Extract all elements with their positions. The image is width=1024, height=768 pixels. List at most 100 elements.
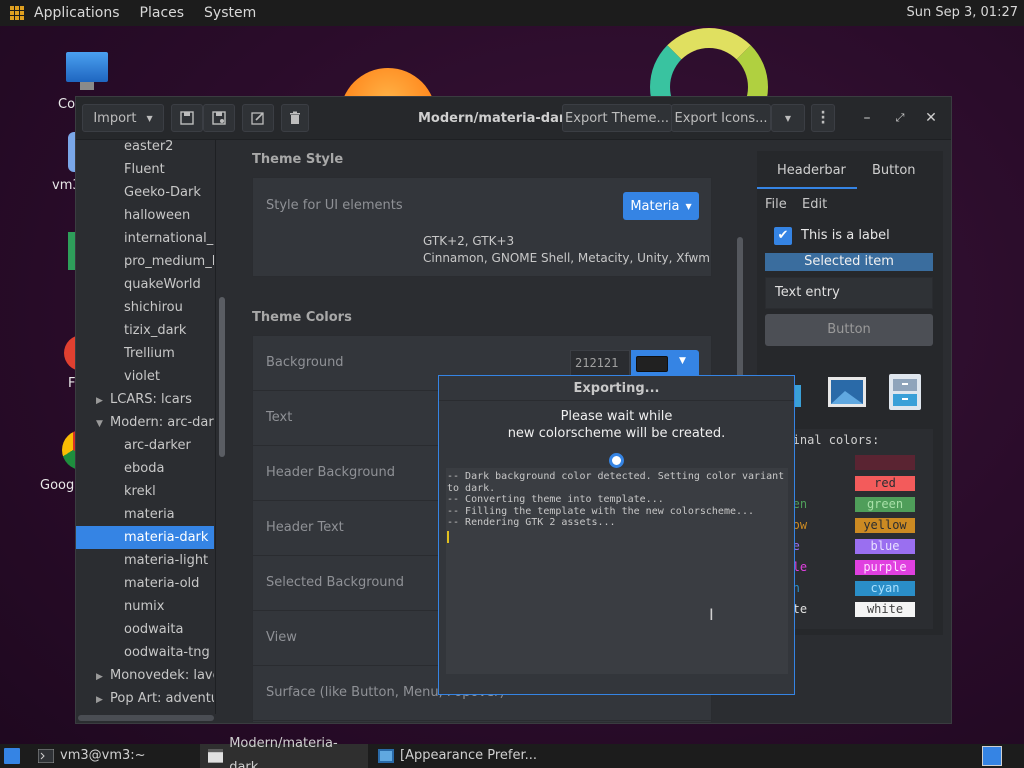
export-theme-button[interactable]: Export Theme...: [562, 104, 672, 132]
theme-item[interactable]: materia-old: [76, 572, 214, 595]
task-terminal[interactable]: vm3@vm3:~: [30, 744, 154, 768]
workspace-switcher-icon[interactable]: [982, 746, 1002, 766]
maximize-icon[interactable]: ⤢: [891, 109, 909, 127]
computer-icon[interactable]: [66, 52, 108, 82]
theme-item[interactable]: violet: [76, 365, 214, 388]
expander-open-icon[interactable]: ▼: [96, 413, 106, 434]
theme-item[interactable]: eboda: [76, 457, 214, 480]
background-hex-input[interactable]: 212121: [570, 350, 630, 376]
task-label: [Appearance Prefer...: [400, 748, 538, 763]
preview-menu-file[interactable]: File: [765, 197, 787, 212]
theme-list[interactable]: easter2 Fluent Geeko-Dark halloween internat…: [76, 140, 216, 714]
theme-item[interactable]: international_a: [76, 227, 214, 250]
theme-item-label: materia-dark: [124, 530, 209, 545]
theme-item-label: violet: [124, 369, 160, 384]
theme-item-label: materia-old: [124, 576, 200, 591]
close-icon[interactable]: ✕: [922, 109, 940, 127]
chevron-down-icon: ▼: [146, 113, 153, 123]
tab-button[interactable]: Button: [872, 163, 916, 178]
theme-item-label: Geeko-Dark: [124, 185, 201, 200]
apps-grid-icon[interactable]: [10, 6, 24, 20]
preview-text-entry[interactable]: Text entry: [765, 277, 933, 309]
color-row-label: View: [266, 630, 297, 645]
kebab-menu-icon: · · ·: [820, 104, 826, 131]
theme-item[interactable]: arc-darker: [76, 434, 214, 457]
delete-button[interactable]: [281, 104, 309, 132]
theme-item[interactable]: materia-light: [76, 549, 214, 572]
theme-group[interactable]: ▶ Monovedek: laver: [76, 664, 214, 687]
save-as-button[interactable]: [203, 104, 235, 132]
style-select[interactable]: Materia ▼: [623, 192, 699, 220]
export-theme-label: Export Theme...: [565, 110, 669, 126]
save-button[interactable]: [171, 104, 203, 132]
expander-closed-icon[interactable]: ▶: [96, 390, 106, 411]
task-main-window[interactable]: Modern/materia-dark: [200, 736, 368, 768]
desktop-label-computer[interactable]: Co: [58, 97, 75, 112]
theme-item[interactable]: quakeWorld: [76, 273, 214, 296]
export-menu-button[interactable]: ▼: [771, 104, 805, 132]
task-appearance-preferences[interactable]: [Appearance Prefer...: [370, 744, 545, 768]
theme-item[interactable]: pro_medium_l: [76, 250, 214, 273]
theme-item[interactable]: oodwaita-tng: [76, 641, 214, 664]
task-label: vm3@vm3:~: [60, 748, 146, 763]
window-icon: [208, 749, 224, 763]
theme-group[interactable]: ▼ Modern: arc-dark: [76, 411, 214, 434]
trash-icon: [290, 111, 300, 124]
theme-item-label: oodwaita: [124, 622, 184, 637]
tab-headerbar[interactable]: Headerbar: [777, 163, 846, 178]
terminal-color-swatch: yellow: [855, 518, 915, 533]
theme-item[interactable]: materia: [76, 503, 214, 526]
spinner-icon: [609, 453, 624, 468]
theme-item[interactable]: tizix_dark: [76, 319, 214, 342]
export-message-line1: Please wait while: [560, 409, 673, 424]
theme-item-label: krekl: [124, 484, 156, 499]
terminal-color-swatch: red: [855, 476, 915, 491]
theme-item-label: materia: [124, 507, 175, 522]
theme-item-label: Fluent: [124, 162, 165, 177]
preview-menu-edit[interactable]: Edit: [802, 197, 827, 212]
theme-item[interactable]: Trellium: [76, 342, 214, 365]
log-line: -- Rendering GTK 2 assets...: [447, 517, 616, 528]
expander-closed-icon[interactable]: ▶: [96, 666, 106, 687]
theme-item[interactable]: oodwaita: [76, 618, 214, 641]
theme-item-label: halloween: [124, 208, 191, 223]
theme-group[interactable]: ▶ LCARS: lcars: [76, 388, 214, 411]
theme-item[interactable]: shichirou: [76, 296, 214, 319]
show-desktop-icon[interactable]: [4, 748, 20, 764]
clock[interactable]: Sun Sep 3, 01:27: [907, 5, 1019, 20]
theme-item[interactable]: Geeko-Dark: [76, 181, 214, 204]
theme-list-hscrollbar[interactable]: [78, 715, 214, 721]
log-line: -- Converting theme into template...: [447, 494, 664, 505]
rename-button[interactable]: [242, 104, 274, 132]
task-label: Modern/materia-dark: [229, 736, 338, 768]
export-icons-button[interactable]: Export Icons...: [671, 104, 771, 132]
menu-places[interactable]: Places: [140, 5, 185, 21]
theme-item[interactable]: numix: [76, 595, 214, 618]
theme-item-label: shichirou: [124, 300, 183, 315]
theme-item[interactable]: materia-dark: [76, 526, 214, 549]
theme-style-card: Style for UI elements Materia ▼ GTK+2, G…: [252, 177, 712, 277]
main-menu-button[interactable]: · · ·: [811, 104, 835, 132]
theme-item[interactable]: krekl: [76, 480, 214, 503]
top-panel: Applications Places System Sun Sep 3, 01…: [0, 0, 1024, 26]
expander-closed-icon[interactable]: ▶: [96, 689, 106, 710]
theme-item[interactable]: halloween: [76, 204, 214, 227]
minimize-icon[interactable]: –: [858, 109, 876, 127]
theme-item-label: LCARS: lcars: [110, 392, 192, 407]
theme-item[interactable]: Fluent: [76, 158, 214, 181]
desktop-label-chrome[interactable]: Goog: [40, 478, 74, 493]
preview-selected-item[interactable]: Selected item: [765, 253, 933, 271]
style-label: Style for UI elements: [266, 198, 403, 213]
import-button[interactable]: Import ▼: [82, 104, 164, 132]
theme-list-scrollbar[interactable]: [219, 297, 225, 457]
theme-group[interactable]: ▶ Pop Art: adventur: [76, 687, 214, 710]
save-icon: [180, 111, 194, 125]
checkbox-checked-icon[interactable]: ✔: [774, 227, 792, 245]
theme-item[interactable]: easter2: [76, 140, 214, 158]
export-log[interactable]: -- Dark background color detected. Setti…: [446, 468, 788, 674]
background-color-picker[interactable]: ▼: [631, 350, 699, 378]
menu-applications[interactable]: Applications: [34, 5, 120, 21]
preview-button[interactable]: Button: [765, 314, 933, 346]
menu-system[interactable]: System: [204, 5, 256, 21]
export-icons-label: Export Icons...: [674, 110, 768, 126]
